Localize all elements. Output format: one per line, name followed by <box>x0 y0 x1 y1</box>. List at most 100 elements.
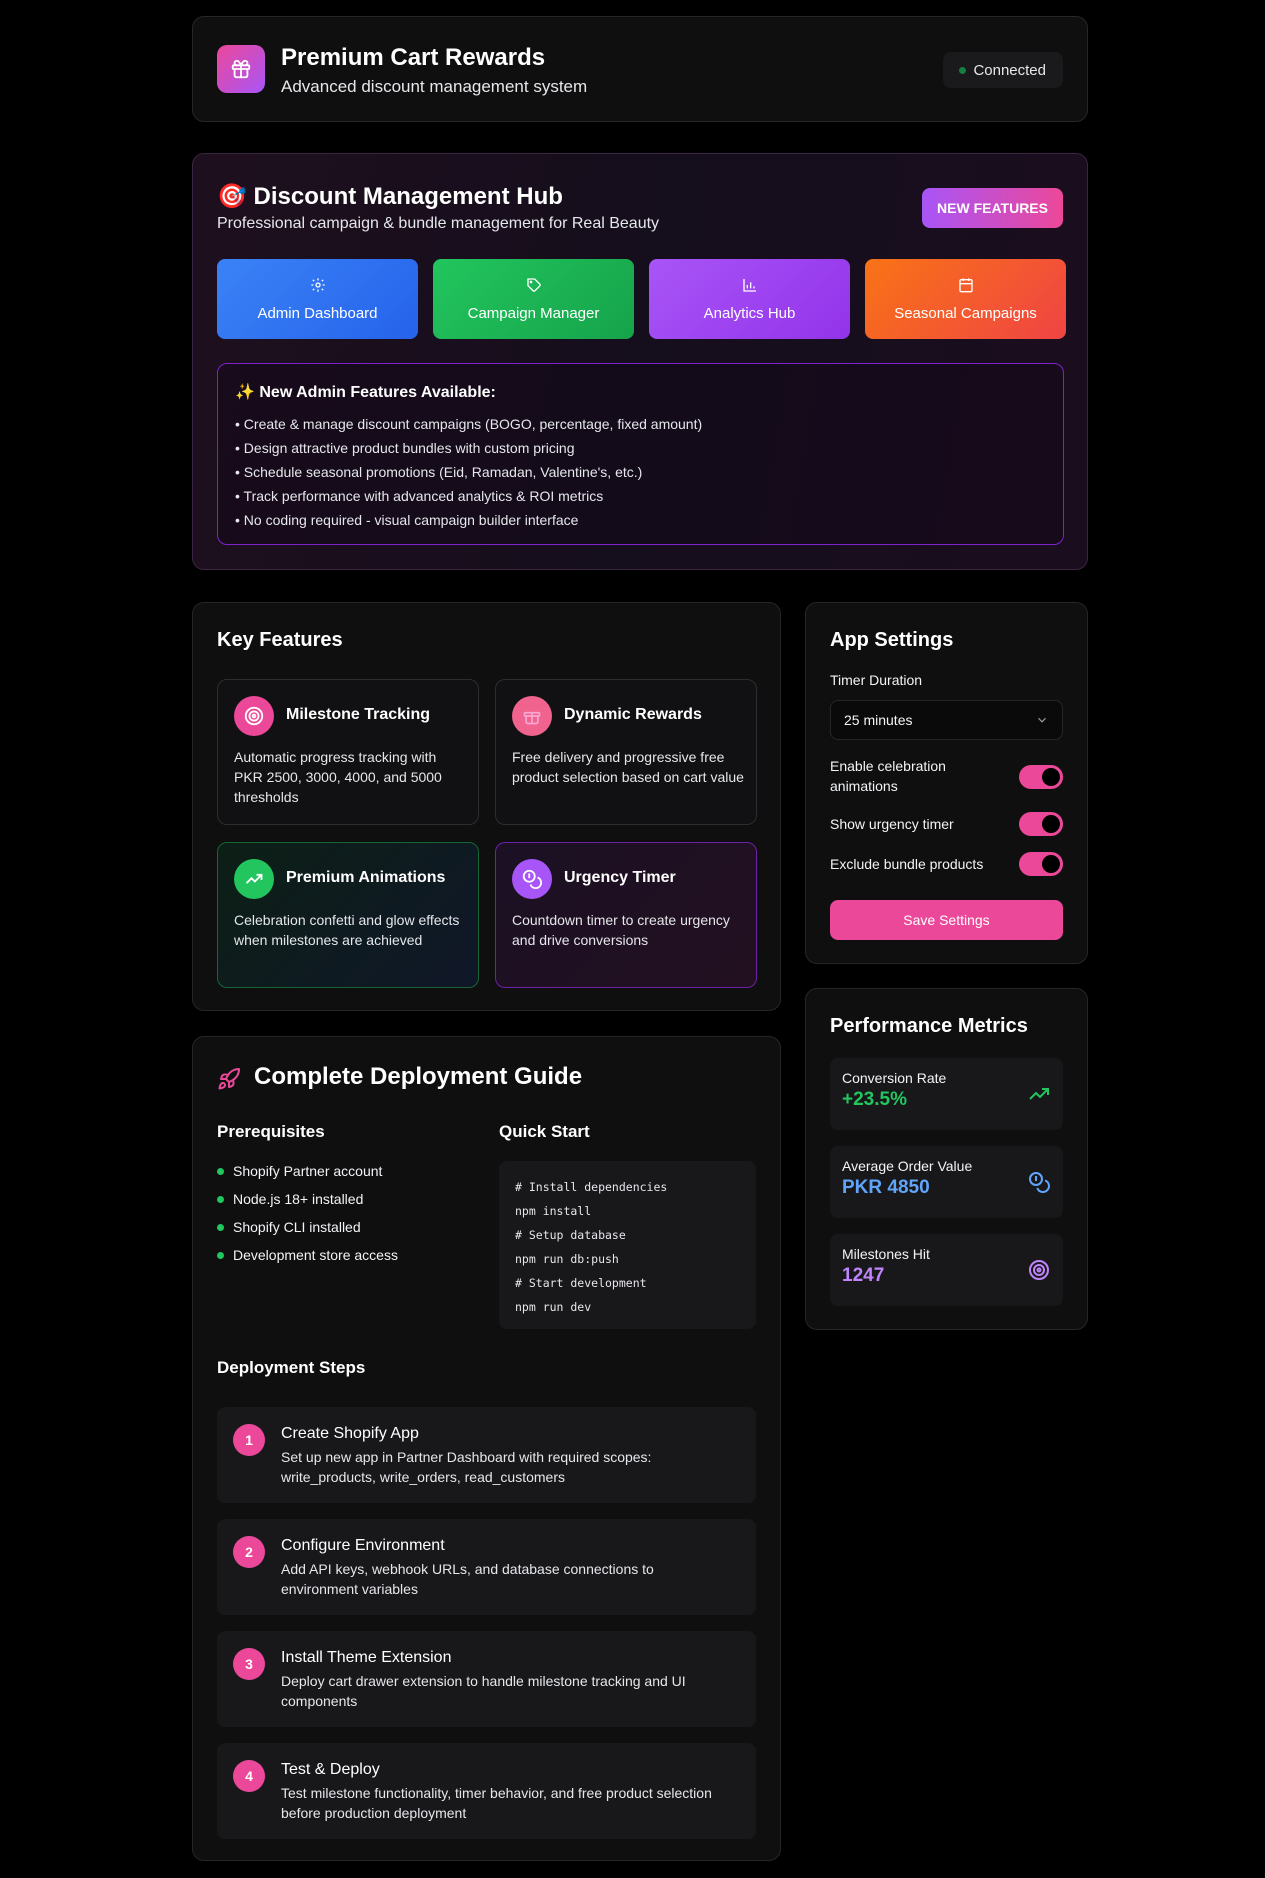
deployment-step: 4 Test & Deploy Test milestone functiona… <box>217 1743 756 1839</box>
step-description: Deploy cart drawer extension to handle m… <box>281 1673 686 1709</box>
status-label: Connected <box>973 61 1046 79</box>
trending-up-icon <box>234 859 274 899</box>
admin-dashboard-tile[interactable]: Admin Dashboard <box>217 259 418 339</box>
feature-card-milestone: Milestone Tracking Automatic progress tr… <box>217 679 479 825</box>
code-line: npm run dev <box>515 1300 592 1314</box>
gift-icon <box>512 696 552 736</box>
metric-label: Conversion Rate <box>842 1070 947 1086</box>
calendar-icon <box>958 277 973 292</box>
rocket-icon <box>218 1067 240 1090</box>
performance-metrics-panel: Performance Metrics Conversion Rate +23.… <box>805 988 1088 1330</box>
step-title: Test & Deploy <box>281 1761 380 1778</box>
gear-icon <box>310 277 325 292</box>
step-title: Create Shopify App <box>281 1425 419 1442</box>
save-settings-button[interactable]: Save Settings <box>830 900 1063 940</box>
step-number: 4 <box>233 1760 265 1792</box>
analytics-hub-tile[interactable]: Analytics Hub <box>649 259 850 339</box>
feature-description: Free delivery and progressive free produ… <box>512 749 744 785</box>
metric-label: Average Order Value <box>842 1158 973 1174</box>
app-title: Premium Cart Rewards <box>281 44 546 71</box>
list-item: • Schedule seasonal promotions (Eid, Ram… <box>235 464 643 480</box>
target-icon <box>1029 1260 1049 1280</box>
feature-card-animations: Premium Animations Celebration confetti … <box>217 842 479 988</box>
celebration-toggle[interactable] <box>1019 765 1063 789</box>
app-header: Premium Cart Rewards Advanced discount m… <box>192 16 1088 122</box>
list-item: Shopify CLI installed <box>217 1217 398 1245</box>
code-line: # Install dependencies <box>515 1180 668 1194</box>
step-title: Configure Environment <box>281 1537 445 1554</box>
feature-title: Premium Animations <box>286 869 446 886</box>
features-heading: ✨ New Admin Features Available: <box>235 384 496 401</box>
code-line: npm run db:push <box>515 1252 619 1266</box>
key-features-section: Key Features Milestone Tracking Automati… <box>192 602 781 1011</box>
feature-title: Milestone Tracking <box>286 706 431 723</box>
section-title: Performance Metrics <box>830 1015 1028 1037</box>
urgency-timer-toggle[interactable] <box>1019 812 1063 836</box>
metric-average-order-value: Average Order Value PKR 4850 <box>830 1146 1063 1218</box>
metric-conversion-rate: Conversion Rate +23.5% <box>830 1058 1063 1130</box>
gift-icon <box>217 45 265 93</box>
hub-subtitle: Professional campaign & bundle managemen… <box>217 215 660 232</box>
code-line: npm install <box>515 1204 592 1218</box>
list-item: • Create & manage discount campaigns (BO… <box>235 416 703 432</box>
hub-title: 🎯 Discount Management Hub <box>217 183 563 210</box>
feature-description: Celebration confetti and glow effects wh… <box>234 912 460 948</box>
exclude-bundle-toggle[interactable] <box>1019 852 1063 876</box>
toggle-label: Enable celebration animations <box>830 758 946 794</box>
bundle-toggle-row: Exclude bundle products <box>830 852 1063 878</box>
app-settings-panel: App Settings Timer Duration 25 minutes E… <box>805 602 1088 964</box>
select-value: 25 minutes <box>844 712 913 728</box>
tile-label: Admin Dashboard <box>257 304 378 322</box>
toggle-label: Exclude bundle products <box>830 856 984 872</box>
prerequisites-heading: Prerequisites <box>217 1122 325 1141</box>
section-title: App Settings <box>830 629 954 651</box>
target-icon <box>234 696 274 736</box>
step-title: Install Theme Extension <box>281 1649 452 1666</box>
toggle-label: Show urgency timer <box>830 816 954 832</box>
quick-start-code-block: # Install dependencies npm install # Set… <box>499 1161 756 1329</box>
metric-value: 1247 <box>842 1265 885 1286</box>
step-description: Add API keys, webhook URLs, and database… <box>281 1561 654 1597</box>
step-number: 1 <box>233 1424 265 1456</box>
campaign-manager-tile[interactable]: Campaign Manager <box>433 259 634 339</box>
trending-up-icon <box>1029 1088 1049 1100</box>
tag-icon <box>526 277 541 292</box>
feature-card-urgency: Urgency Timer Countdown timer to create … <box>495 842 757 988</box>
tile-label: Seasonal Campaigns <box>894 304 1037 322</box>
list-item: • Track performance with advanced analyt… <box>235 488 604 504</box>
connection-status-badge: Connected <box>943 52 1063 88</box>
code-line: # Start development <box>515 1276 647 1290</box>
metric-label: Milestones Hit <box>842 1246 930 1262</box>
deployment-guide-section: Complete Deployment Guide Prerequisites … <box>192 1036 781 1861</box>
urgency-toggle-row: Show urgency timer <box>830 812 1063 838</box>
bar-chart-icon <box>742 278 756 292</box>
timer-duration-label: Timer Duration <box>830 672 923 688</box>
status-dot <box>959 67 967 74</box>
step-number: 2 <box>233 1536 265 1568</box>
quick-start-heading: Quick Start <box>499 1122 590 1141</box>
feature-description: Countdown timer to create urgency and dr… <box>512 912 730 948</box>
list-item: Shopify Partner account <box>217 1161 398 1189</box>
prerequisites-list: Shopify Partner account Node.js 18+ inst… <box>217 1161 398 1273</box>
code-line: # Setup database <box>515 1228 626 1242</box>
feature-title: Urgency Timer <box>564 869 676 886</box>
deployment-step: 2 Configure Environment Add API keys, we… <box>217 1519 756 1615</box>
seasonal-campaigns-tile[interactable]: Seasonal Campaigns <box>865 259 1066 339</box>
list-item: Node.js 18+ installed <box>217 1189 398 1217</box>
deployment-step: 3 Install Theme Extension Deploy cart dr… <box>217 1631 756 1727</box>
metric-value: PKR 4850 <box>842 1177 930 1198</box>
tile-label: Campaign Manager <box>467 304 600 322</box>
discount-hub: 🎯 Discount Management Hub Professional c… <box>192 153 1088 570</box>
metric-value: +23.5% <box>842 1089 907 1110</box>
deployment-steps-heading: Deployment Steps <box>217 1358 366 1377</box>
step-number: 3 <box>233 1648 265 1680</box>
step-description: Test milestone functionality, timer beha… <box>281 1785 712 1821</box>
timer-duration-select[interactable]: 25 minutes <box>830 700 1063 740</box>
coins-icon <box>512 859 552 899</box>
feature-card-rewards: Dynamic Rewards Free delivery and progre… <box>495 679 757 825</box>
chevron-down-icon <box>1038 717 1046 723</box>
metric-milestones-hit: Milestones Hit 1247 <box>830 1234 1063 1306</box>
deployment-title: Complete Deployment Guide <box>254 1063 583 1090</box>
celebration-toggle-row: Enable celebration animations <box>830 756 1063 798</box>
new-features-button[interactable]: NEW FEATURES <box>922 188 1063 228</box>
